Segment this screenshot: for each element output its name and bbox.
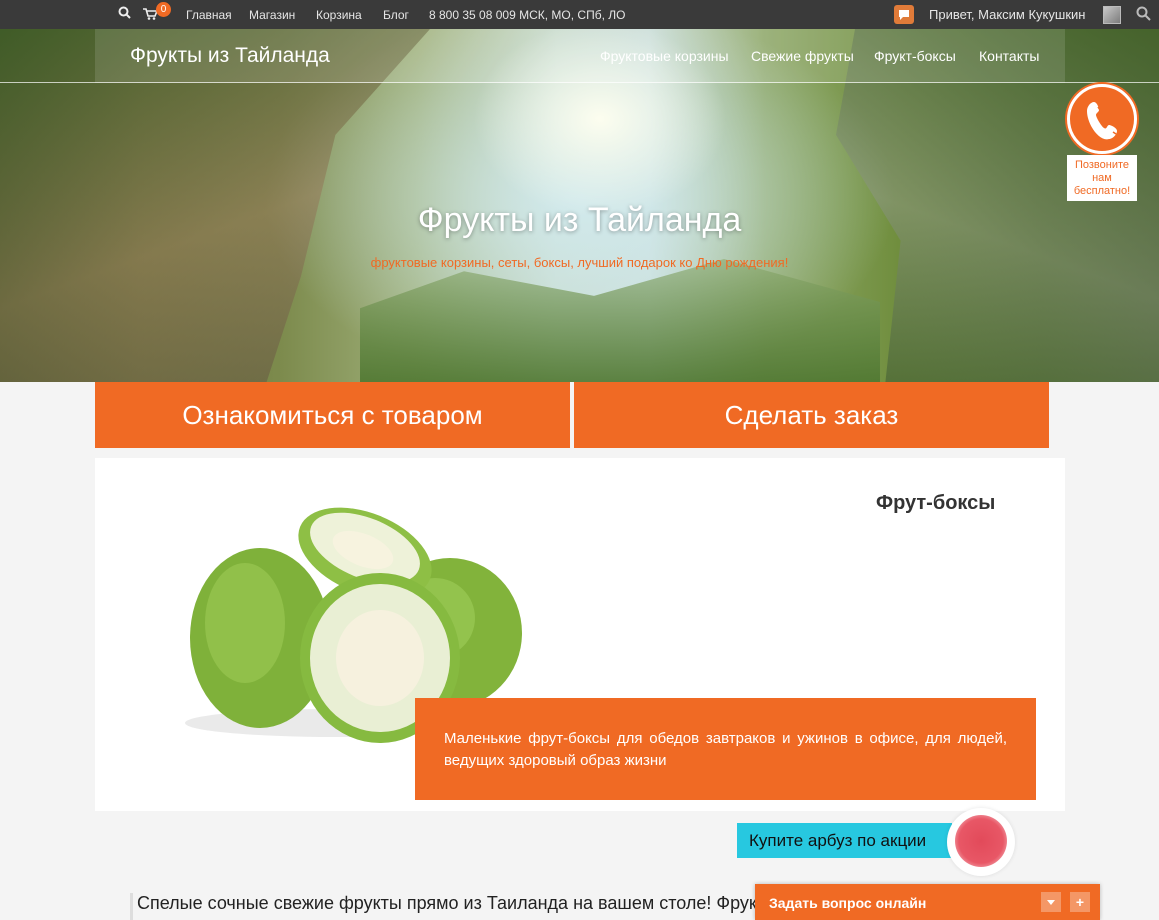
product-description: Маленькие фрут-боксы для обедов завтрако… [415, 698, 1036, 800]
callback-button[interactable] [1067, 84, 1137, 154]
chat-collapse-icon[interactable] [1041, 892, 1061, 912]
intro-text: Спелые сочные свежие фрукты прямо из Таи… [130, 893, 770, 920]
navbar-divider [0, 82, 1159, 83]
hero-subtitle: фруктовые корзины, сеты, боксы, лучший п… [370, 255, 789, 270]
make-order-button[interactable]: Сделать заказ [574, 382, 1049, 448]
user-greeting[interactable]: Привет, Максим Кукушкин [929, 7, 1085, 22]
cart-count-badge: 0 [156, 2, 171, 17]
chat-expand-button[interactable]: + [1070, 892, 1090, 912]
callback-label[interactable]: Позвоните нам бесплатно! [1067, 155, 1137, 201]
top-link-shop[interactable]: Магазин [249, 8, 295, 22]
product-title: Фрут-боксы [876, 492, 996, 514]
chat-title: Задать вопрос онлайн [769, 895, 927, 911]
nav-fruit-boxes[interactable]: Фрукт-боксы [874, 48, 956, 64]
cart-icon[interactable] [143, 8, 159, 23]
hero-valley [360, 259, 880, 382]
browse-products-button[interactable]: Ознакомиться с товаром [95, 382, 570, 448]
nav-fresh-fruits[interactable]: Свежие фрукты [751, 48, 854, 64]
comment-icon[interactable] [894, 5, 914, 24]
top-link-blog[interactable]: Блог [383, 8, 409, 22]
nav-contacts[interactable]: Контакты [979, 48, 1039, 64]
top-link-cart[interactable]: Корзина [316, 8, 362, 22]
nav-fruit-baskets[interactable]: Фруктовые корзины [600, 48, 729, 64]
user-avatar[interactable] [1103, 6, 1121, 24]
site-brand[interactable]: Фрукты из Тайланда [130, 44, 330, 68]
hero-title: Фрукты из Тайланда [417, 201, 742, 239]
watermelon-promo-banner[interactable]: Купите арбуз по акции [737, 823, 952, 858]
top-link-home[interactable]: Главная [186, 8, 232, 22]
online-chat-widget[interactable]: Задать вопрос онлайн + [755, 884, 1100, 920]
admin-search-icon[interactable] [1136, 6, 1151, 24]
search-icon[interactable] [118, 6, 131, 22]
watermelon-promo-icon[interactable] [947, 808, 1015, 876]
top-bar: 0 Главная Магазин Корзина Блог 8 800 35 … [0, 0, 1159, 29]
phone-icon [1087, 102, 1117, 140]
top-phone: 8 800 35 08 009 МСК, МО, СПб, ЛО [429, 8, 626, 22]
